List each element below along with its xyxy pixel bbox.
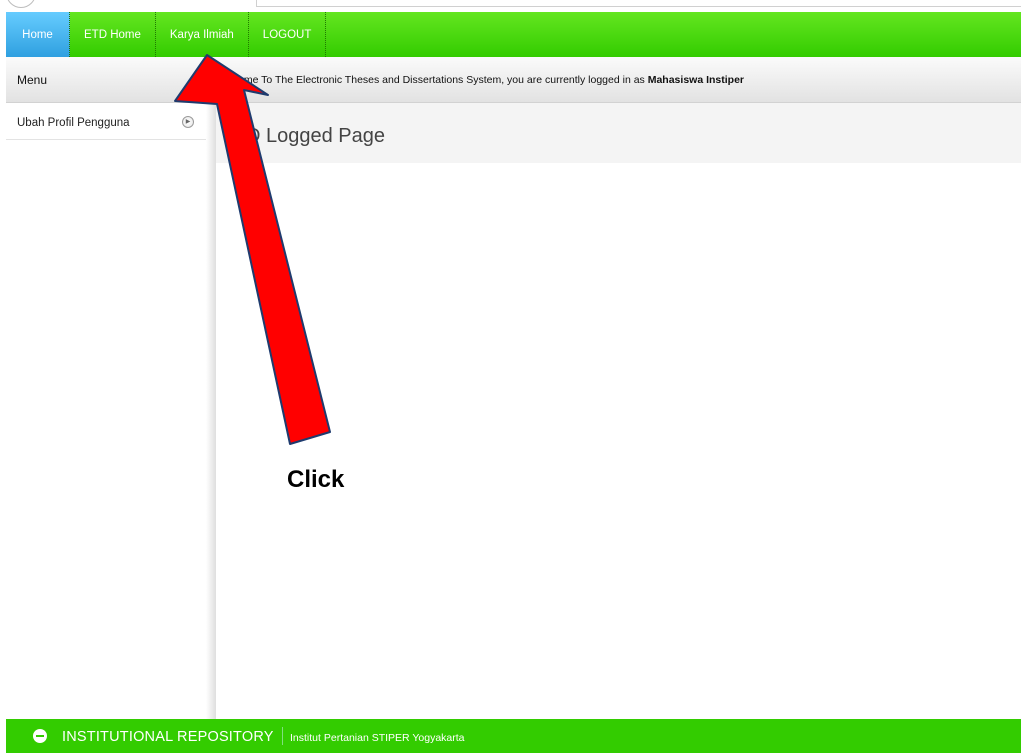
welcome-message: ome To The Electronic Theses and Dissert… bbox=[238, 74, 744, 86]
browser-address-bar[interactable] bbox=[256, 0, 1021, 7]
welcome-text: ome To The Electronic Theses and Dissert… bbox=[238, 74, 648, 86]
content-header: D Logged Page bbox=[216, 103, 1021, 163]
nav-etd-home[interactable]: ETD Home bbox=[70, 12, 156, 57]
sidebar-menu: Ubah Profil Pengguna ▶ bbox=[6, 103, 211, 719]
nav-home[interactable]: Home bbox=[6, 12, 70, 57]
page-title: D Logged Page bbox=[246, 125, 386, 147]
sidebar-item-ubah-profil[interactable]: Ubah Profil Pengguna ▶ bbox=[6, 103, 206, 140]
main-navbar: Home ETD Home Karya Ilmiah LOGOUT bbox=[6, 12, 1021, 57]
arrow-right-icon: ▶ bbox=[182, 116, 194, 128]
sidebar-item-label: Ubah Profil Pengguna bbox=[17, 117, 130, 129]
repository-logo-icon bbox=[33, 729, 47, 743]
click-annotation: Click bbox=[287, 466, 345, 493]
menu-heading: Menu bbox=[17, 73, 48, 87]
sidebar-divider bbox=[206, 103, 216, 719]
logged-in-user: Mahasiswa Instiper bbox=[647, 74, 745, 86]
sub-header-bar: Menu ome To The Electronic Theses and Di… bbox=[6, 57, 1021, 103]
browser-top-strip bbox=[0, 0, 1021, 12]
footer-bar: INSTITUTIONAL REPOSITORY Institut Pertan… bbox=[6, 719, 1021, 753]
nav-karya-ilmiah[interactable]: Karya Ilmiah bbox=[156, 12, 249, 57]
nav-logout[interactable]: LOGOUT bbox=[249, 12, 327, 57]
footer-divider bbox=[282, 727, 283, 745]
institution-name: Institut Pertanian STIPER Yogyakarta bbox=[290, 732, 465, 744]
repository-name: INSTITUTIONAL REPOSITORY bbox=[62, 729, 274, 745]
browser-button[interactable] bbox=[6, 0, 36, 8]
